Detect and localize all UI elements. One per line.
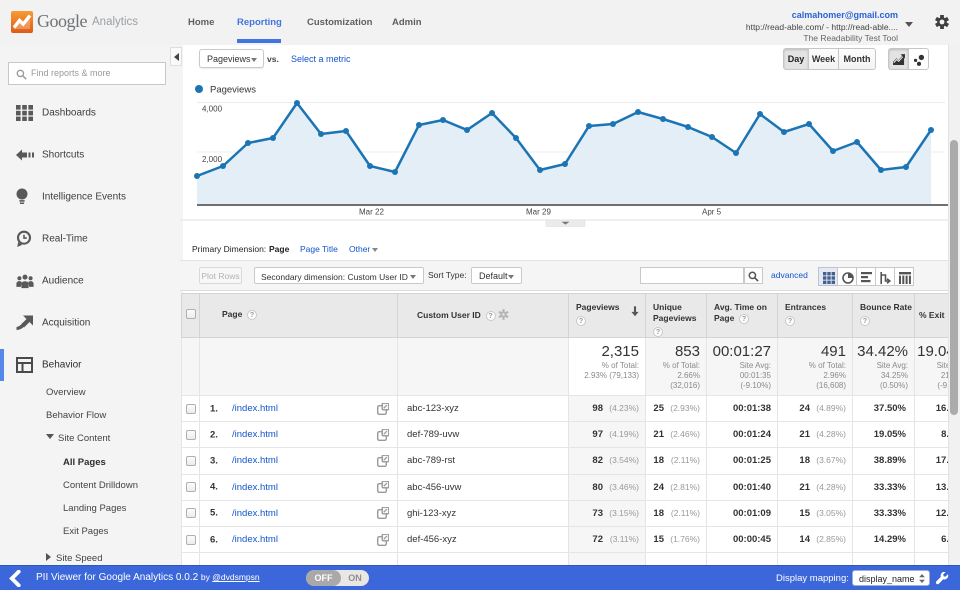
svg-text:Mar 22: Mar 22 [359,208,384,217]
svg-text:4,000: 4,000 [202,105,223,114]
svg-text:2,000: 2,000 [202,155,223,164]
svg-text:Pageviews: Pageviews [210,85,256,96]
svg-text:Mar 29: Mar 29 [526,208,551,217]
svg-text:Apr 5: Apr 5 [702,208,722,217]
